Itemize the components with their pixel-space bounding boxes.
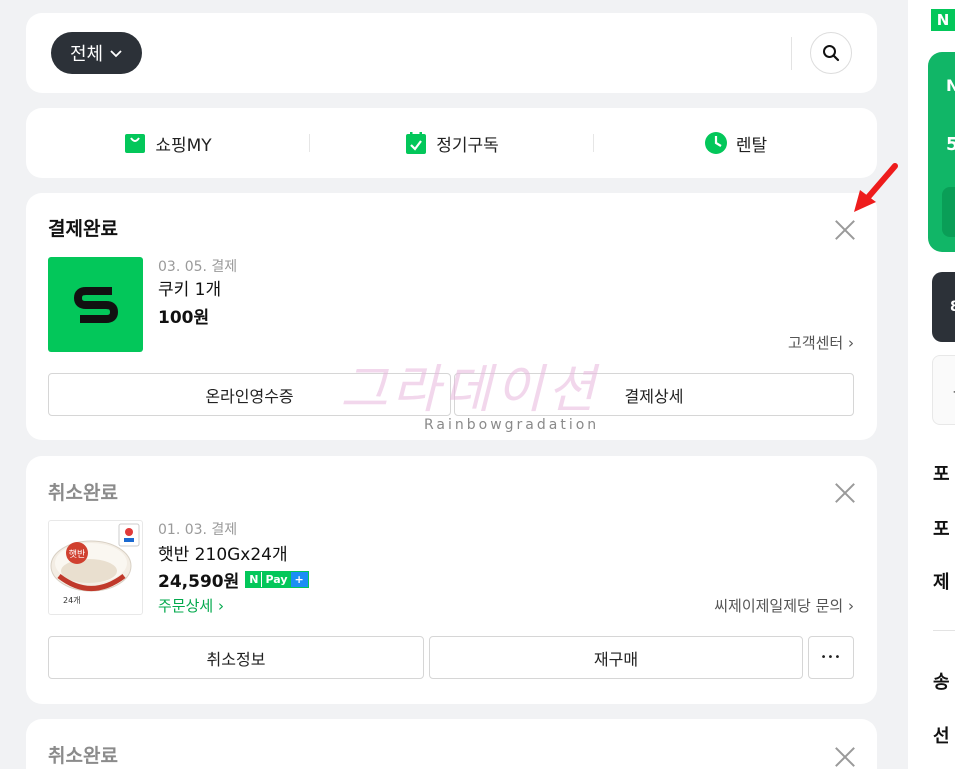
sidebar-item[interactable]: 포 [933, 515, 950, 541]
customer-center-link[interactable]: 고객센터 › [788, 332, 854, 353]
tab-label: 정기구독 [436, 135, 499, 156]
product-thumbnail[interactable]: 햇반 24개 [48, 520, 143, 615]
card-button[interactable] [942, 187, 955, 237]
npay-badge: N Pay + [245, 571, 309, 588]
product-price: 100원 [158, 303, 209, 328]
price-value: 100원 [158, 308, 210, 328]
more-options-button[interactable]: ••• [808, 636, 854, 679]
seller-inquiry-link[interactable]: 씨제이제일제당 문의 › [714, 595, 854, 616]
chevron-down-icon [110, 50, 122, 58]
plus-icon: + [290, 572, 308, 587]
tab-shopping-my[interactable]: 쇼핑MY [26, 108, 309, 178]
link-label: 씨제이제일제당 문의 [714, 597, 844, 615]
calendar-check-icon [406, 132, 427, 154]
search-icon [823, 45, 840, 62]
button-label: 취소정보 [206, 649, 266, 669]
order-date: 03. 05. 결제 [158, 259, 238, 275]
close-icon[interactable] [834, 482, 856, 504]
search-bar: 전체 [26, 13, 877, 93]
order-date: 01. 03. 결제 [158, 522, 238, 538]
search-button[interactable] [810, 32, 852, 74]
service-tabs: 쇼핑MY 정기구독 렌탈 [26, 108, 877, 178]
order-card: 취소완료 햇반 24개 01. 03. 결제 햇반 210Gx24개 24,59… [26, 456, 877, 704]
npay-points-card[interactable]: N 5 [928, 52, 955, 252]
product-name[interactable]: 햇반 210Gx24개 [158, 540, 288, 565]
tab-rental[interactable]: 렌탈 [594, 108, 877, 178]
card-value: 5 [946, 134, 955, 155]
sidebar-item[interactable]: 제 [933, 568, 950, 594]
button-label: 결제상세 [624, 386, 684, 406]
light-info-card[interactable]: - [932, 355, 955, 425]
search-divider [791, 37, 792, 70]
order-status: 취소완료 [48, 745, 118, 767]
clock-icon [704, 132, 727, 154]
sidebar-item[interactable]: 선 [933, 722, 950, 748]
tab-label: 쇼핑MY [155, 135, 212, 156]
product-price: 24,590원 N Pay + [158, 567, 309, 592]
order-card: 결제완료 03. 05. 결제 쿠키 1개 100원 고객센터 › 온라인영수증… [26, 193, 877, 440]
product-thumbnail[interactable] [48, 257, 143, 352]
payment-detail-button[interactable]: 결제상세 [454, 373, 854, 416]
online-receipt-button[interactable]: 온라인영수증 [48, 373, 451, 416]
dark-info-card[interactable]: 8 [932, 272, 955, 342]
cancel-info-button[interactable]: 취소정보 [48, 636, 424, 679]
npay-n-logo: N [246, 572, 262, 587]
sidebar-divider [933, 630, 955, 631]
order-status: 결제완료 [48, 218, 118, 240]
price-value: 24,590원 [158, 572, 240, 592]
dark-card-text: 8 [950, 299, 955, 315]
rice-product-image: 햇반 24개 [50, 523, 140, 605]
reorder-button[interactable]: 재구매 [429, 636, 803, 679]
tab-subscription[interactable]: 정기구독 [310, 108, 593, 178]
button-label: 온라인영수증 [205, 386, 294, 406]
naver-logo[interactable]: N [931, 9, 955, 31]
link-label: 고객센터 [788, 334, 844, 352]
order-status: 취소완료 [48, 482, 118, 504]
search-scope-label: 전체 [69, 44, 104, 65]
close-icon[interactable] [834, 219, 856, 241]
more-icon: ••• [820, 652, 842, 663]
store-logo-icon [73, 286, 118, 323]
order-card: 취소완료 [26, 719, 877, 769]
link-label: 주문상세 [158, 597, 214, 615]
right-sidebar: N N 5 8 - 포 포 제 송 선 [908, 0, 955, 769]
order-detail-link[interactable]: 주문상세 › [158, 595, 224, 616]
product-name[interactable]: 쿠키 1개 [158, 275, 221, 300]
npay-pay-label: Pay [261, 572, 291, 587]
shopping-bag-icon [125, 134, 146, 153]
sidebar-item[interactable]: 포 [933, 460, 950, 486]
sidebar-item[interactable]: 송 [933, 668, 950, 694]
svg-text:햇반: 햇반 [69, 548, 86, 560]
search-scope-dropdown[interactable]: 전체 [51, 32, 142, 74]
button-label: 재구매 [593, 649, 639, 669]
tab-label: 렌탈 [735, 135, 768, 156]
close-icon[interactable] [834, 746, 856, 768]
svg-text:24개: 24개 [63, 595, 81, 605]
red-arrow-icon [854, 163, 898, 212]
card-logo: N [946, 76, 955, 95]
